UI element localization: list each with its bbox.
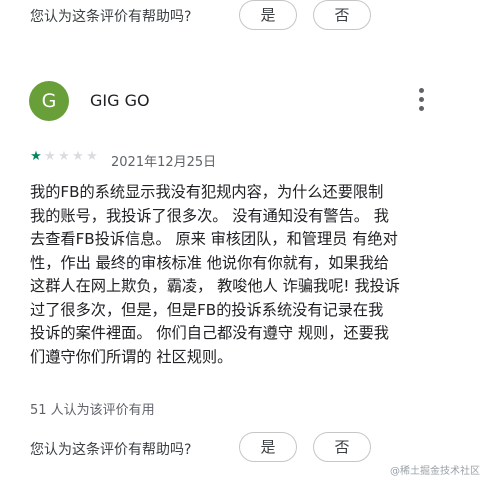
- review-text-line: 性，作出 最终的审核标准 他说你有你就有，如果我给: [30, 253, 389, 272]
- star-icon: ★: [86, 149, 98, 164]
- helpful-no-button[interactable]: 否: [313, 0, 371, 30]
- helpful-prompt-top: 您认为这条评价有帮助吗? 是 否: [0, 0, 480, 34]
- star-icon: ★: [58, 149, 70, 164]
- star-icon: ★: [72, 149, 84, 164]
- more-vert-icon[interactable]: [410, 86, 434, 114]
- helpful-count: 51 人认为该评价有用: [30, 403, 155, 418]
- helpful-yes-button[interactable]: 是: [239, 432, 297, 462]
- helpful-prompt-bottom: 您认为这条评价有帮助吗? 是 否: [0, 432, 480, 466]
- helpful-no-button[interactable]: 否: [313, 432, 371, 462]
- author-name: GIG GO: [90, 91, 150, 110]
- star-icon: ★: [44, 149, 56, 164]
- review-text-line: 们遵守你们所谓的 社区规则。: [30, 347, 233, 366]
- review-text-line: 投诉的案件裡面。 你们自己都没有遵守 规则，还要我: [30, 324, 389, 342]
- review-text-line: 我的账号，我投诉了很多次。 没有通知没有警告。 我: [30, 206, 389, 225]
- helpful-question: 您认为这条评价有帮助吗?: [30, 442, 192, 458]
- helpful-question: 您认为这条评价有帮助吗?: [30, 9, 192, 25]
- star-rating: ★ ★ ★ ★ ★: [29, 150, 99, 164]
- avatar: G: [29, 81, 69, 121]
- watermark: @稀土掘金技术社区: [390, 466, 480, 477]
- review-text-line: 过了很多次，但是，但是FB的投诉系统没有记录在我: [30, 300, 384, 319]
- review-text-line: 这群人在网上欺负，霸凌， 教唆他人 诈骗我呢! 我投诉: [30, 277, 400, 295]
- star-icon: ★: [30, 149, 42, 164]
- review-text-line: 我的FB的系统显示我没有犯规内容，为什么还要限制: [30, 183, 384, 201]
- review-text-line: 去查看FB投诉信息。 原来 审核团队，和管理员 有绝对: [30, 230, 398, 248]
- review-text: 我的FB的系统显示我没有犯规内容，为什么还要限制 我的账号，我投诉了很多次。 没有…: [30, 181, 470, 369]
- helpful-yes-button[interactable]: 是: [239, 0, 297, 30]
- review-date: 2021年12月25日: [111, 155, 217, 170]
